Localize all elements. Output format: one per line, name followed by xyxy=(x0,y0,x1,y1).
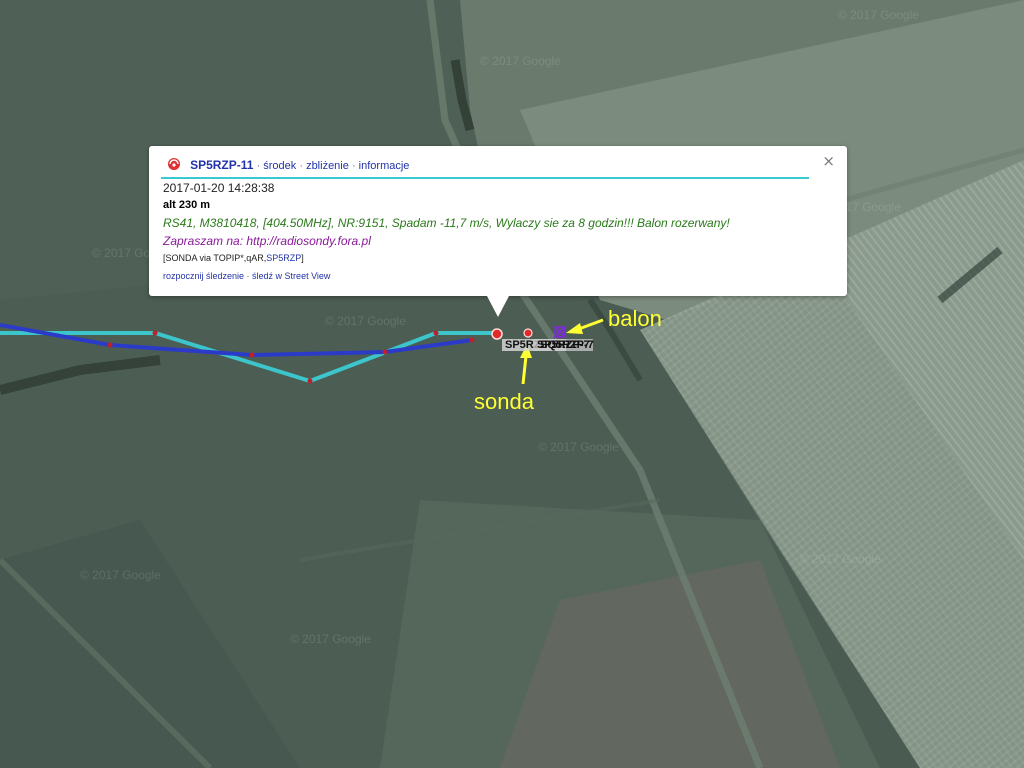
timestamp: 2017-01-20 14:28:38 xyxy=(163,181,275,195)
aprs-symbol-icon xyxy=(168,158,180,170)
balloon-marker-icon[interactable] xyxy=(553,325,567,339)
track-vertex xyxy=(152,330,158,336)
start-tracking-link[interactable]: rozpocznij śledzenie xyxy=(163,271,244,281)
info-link[interactable]: informacje xyxy=(359,160,410,172)
satellite-map[interactable]: © 2017 Google © 2017 Google © 2017 Googl… xyxy=(0,0,1024,768)
track-vertex xyxy=(249,352,255,358)
packet-path: [SONDA via TOPIP*,qAR,SP5RZP] xyxy=(163,253,304,263)
close-icon[interactable]: × xyxy=(822,152,835,170)
station-info-window: × SP5RZP-11 · środek · zbliżenie · infor… xyxy=(149,146,847,317)
header-divider xyxy=(161,177,809,179)
sonda-annotation: sonda xyxy=(474,389,534,414)
altitude: alt 230 m xyxy=(163,199,211,211)
balon-arrow-icon xyxy=(566,318,604,334)
track-overlay xyxy=(0,318,604,385)
track-vertex xyxy=(307,378,313,384)
path-prefix: [SONDA via TOPIP*,qAR, xyxy=(163,253,267,263)
track-vertex xyxy=(382,349,388,355)
street-view-link[interactable]: śledź w Street View xyxy=(252,271,330,281)
track-vertex xyxy=(433,330,439,336)
info-window-tail xyxy=(487,296,509,317)
callsign-link[interactable]: SP5RZP-11 xyxy=(190,158,253,172)
path-suffix: ] xyxy=(301,253,304,263)
station-label[interactable]: SQ5RZP-7 xyxy=(537,339,597,351)
track-vertex xyxy=(469,337,475,343)
invite-line: Zapraszam na: http://radiosondy.fora.pl xyxy=(163,234,371,248)
separator: · xyxy=(351,160,359,172)
station-marker-icon[interactable] xyxy=(523,328,533,338)
center-link[interactable]: środek xyxy=(263,160,296,172)
invite-url: http://radiosondy.fora.pl xyxy=(246,234,371,248)
path-station-link[interactable]: SP5RZP xyxy=(266,253,301,263)
invite-prefix: Zapraszam na: xyxy=(163,234,247,248)
zoom-link[interactable]: zbliżenie xyxy=(306,160,349,172)
separator: · xyxy=(244,271,253,281)
track-blue[interactable] xyxy=(0,323,473,358)
balon-annotation: balon xyxy=(608,306,662,331)
track-vertex xyxy=(107,342,113,348)
sonde-marker-icon[interactable] xyxy=(491,328,503,340)
info-window-header: SP5RZP-11 · środek · zbliżenie · informa… xyxy=(167,157,409,172)
action-links: rozpocznij śledzenie · śledź w Street Vi… xyxy=(163,271,330,281)
station-comment: RS41, M3810418, [404.50MHz], NR:9151, Sp… xyxy=(163,216,730,230)
